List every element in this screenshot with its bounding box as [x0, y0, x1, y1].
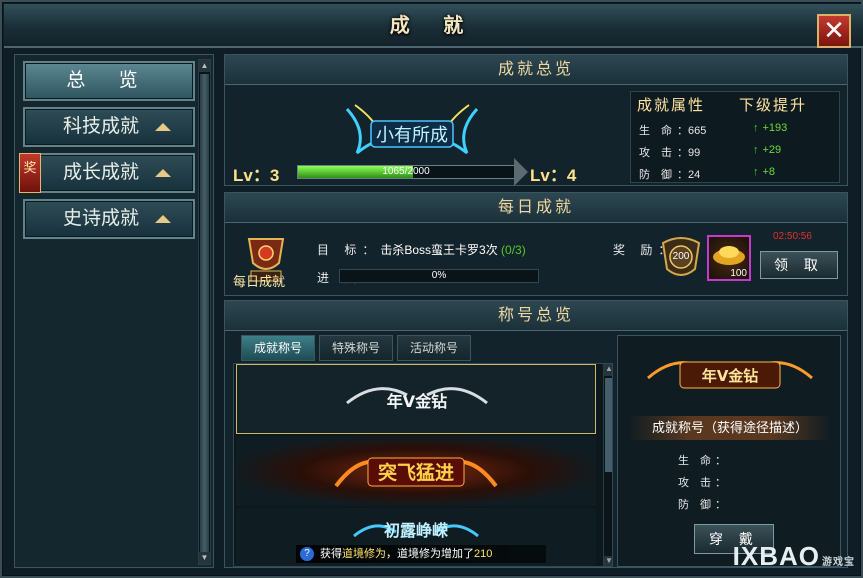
level-progress-bar: 1065/2000: [297, 165, 515, 179]
target-text: 击杀Boss蛮王卡罗3次: [380, 243, 498, 257]
nav-item-label: 史诗成就: [62, 208, 139, 229]
scroll-down-icon[interactable]: ▼: [199, 552, 210, 564]
gold-reward-count: 100: [730, 268, 747, 279]
stat-gain-hp: +193: [753, 122, 788, 134]
watermark-logo: IXBAO 游戏宝: [733, 541, 855, 572]
nav-item-label: 成长成就: [62, 162, 139, 183]
selected-title-name: 年V金钻: [702, 367, 759, 385]
close-button[interactable]: ✕: [817, 14, 851, 48]
level-progress-text: 1065/2000: [382, 166, 430, 177]
title-description: 成就称号（获得途径描述）: [628, 416, 832, 440]
rank-title-text: 小有所成: [376, 125, 448, 146]
title-art-flame: 突飞猛进: [334, 457, 498, 488]
daily-target-row: 目 标：击杀Boss蛮王卡罗3次 (0/3): [317, 241, 526, 258]
reward-badge: 奖: [19, 153, 41, 193]
nav-epic-achievements-button[interactable]: 史诗成就: [23, 199, 195, 239]
nav-tech-achievements-button[interactable]: 科技成就: [23, 107, 195, 147]
sidebar-scrollbar[interactable]: ▲ ▼: [198, 59, 211, 565]
stat-label: 防 御: [639, 169, 677, 181]
scroll-down-icon[interactable]: ▼: [604, 556, 612, 566]
expand-arrow-icon: [155, 215, 171, 223]
notice-prefix: 获得: [320, 548, 342, 560]
daily-badge-label: 每日成就: [233, 274, 286, 289]
notice-number: 210: [474, 548, 493, 560]
scroll-thumb[interactable]: [200, 74, 209, 552]
section-header: 每日成就: [225, 193, 847, 223]
medal-reward-count: 200: [672, 251, 690, 262]
title-list-item[interactable]: 年V金钻: [236, 364, 596, 434]
current-level: Lv：3: [233, 166, 280, 185]
category-sidebar: 总 览 科技成就 奖 成长成就 史诗成就 ▲ ▼: [14, 54, 214, 568]
title-name: 年V金钻: [387, 392, 447, 411]
title-name: 初露峥嵘: [384, 521, 448, 540]
title-art-silver: 年V金钻: [346, 387, 488, 411]
info-icon: ?: [300, 547, 314, 561]
stat-gain-attack: +29: [753, 144, 782, 156]
rank-title-emblem: 小有所成: [345, 104, 479, 155]
title-name: 突飞猛进: [378, 461, 454, 484]
stat-value: 99: [688, 147, 701, 159]
nav-item-label: 科技成就: [62, 116, 139, 137]
title-detail-panel: 年V金钻 成就称号（获得途径描述） 生 命： 攻 击： 防 御： 穿 戴: [617, 335, 841, 567]
watermark-text: IXBAO: [732, 541, 820, 571]
stat-row-hp: 生 命：665: [639, 122, 706, 138]
nav-item-label: 总 览: [66, 70, 152, 91]
system-notice: ? 获得道境修为，道境修为增加了210: [296, 545, 546, 563]
section-header: 成就总览: [225, 55, 847, 85]
title-list-scrollbar[interactable]: ▲ ▼: [603, 364, 612, 566]
next-level: Lv：4: [530, 166, 577, 185]
stat-value: 24: [688, 169, 701, 181]
scroll-up-icon[interactable]: ▲: [199, 60, 210, 72]
target-key: 目 标：: [317, 243, 381, 257]
attributes-header: 成就属性: [637, 97, 706, 114]
stat-label: 生 命: [639, 125, 677, 137]
achievement-window: 成 就 ✕ 总 览 科技成就 奖 成长成就 史诗成就 ▲ ▼ 成就总览 小有所成…: [0, 0, 863, 578]
gold-ingot-reward-slot[interactable]: 100: [707, 235, 751, 281]
title-list: 年V金钻 突飞猛进 初露峥嵘 ▲ ▼: [233, 363, 613, 567]
claim-reward-button[interactable]: 领 取: [760, 251, 838, 279]
target-progress: (0/3): [501, 243, 526, 257]
titles-overview-panel: 称号总览 成就称号 特殊称号 活动称号 年V金钻 突飞猛进 初露峥嵘 ▲ ▼ 年…: [224, 300, 848, 568]
tab-special-titles[interactable]: 特殊称号: [319, 335, 393, 361]
detail-stat-attack: 攻 击：: [678, 477, 731, 489]
next-level-bonus-header: 下级提升: [739, 97, 808, 114]
expand-arrow-icon: [155, 123, 171, 131]
stat-value: 665: [688, 125, 707, 137]
tab-achievement-titles[interactable]: 成就称号: [241, 335, 315, 361]
detail-stat-hp: 生 命：: [678, 455, 731, 467]
notice-highlight: 道境修为: [342, 548, 386, 560]
medal-reward-icon[interactable]: 200: [657, 233, 705, 281]
stat-label: 攻 击: [639, 147, 677, 159]
nav-growth-achievements-button[interactable]: 奖 成长成就: [19, 153, 195, 193]
reset-countdown: 02:50:56: [773, 231, 812, 242]
stat-gain-defense: +8: [753, 166, 776, 178]
achievement-attributes-box: 成就属性 下级提升 生 命：665 +193 攻 击：99 +29 防 御：24…: [630, 91, 840, 183]
gold-ingot-icon: [713, 246, 745, 265]
title-list-item[interactable]: 突飞猛进: [236, 436, 596, 506]
nav-overview-button[interactable]: 总 览: [23, 61, 195, 101]
scroll-thumb[interactable]: [605, 378, 612, 472]
watermark-subtext: 游戏宝: [822, 557, 855, 568]
daily-progress-bar: 0%: [339, 269, 539, 283]
progress-arrow-icon: [514, 158, 528, 186]
window-titlebar: 成 就 ✕: [4, 4, 863, 48]
selected-title-art: 年V金钻: [647, 361, 813, 389]
stat-row-defense: 防 御：24: [639, 166, 700, 182]
stat-row-attack: 攻 击：99: [639, 144, 700, 160]
expand-arrow-icon: [155, 169, 171, 177]
notice-middle: ，道境修为增加了: [386, 548, 474, 560]
detail-stat-defense: 防 御：: [678, 499, 731, 511]
section-header: 称号总览: [225, 301, 847, 331]
achievement-overview-panel: 成就总览 小有所成 Lv：3 1065/2000 Lv：4 成就属性 下级提升 …: [224, 54, 848, 186]
window-title: 成 就: [389, 15, 478, 37]
tab-event-titles[interactable]: 活动称号: [397, 335, 471, 361]
scroll-up-icon[interactable]: ▲: [604, 364, 612, 376]
daily-achievement-panel: 每日成就 每日成就 目 标：击杀Boss蛮王卡罗3次 (0/3) 进 度： 0%…: [224, 192, 848, 296]
